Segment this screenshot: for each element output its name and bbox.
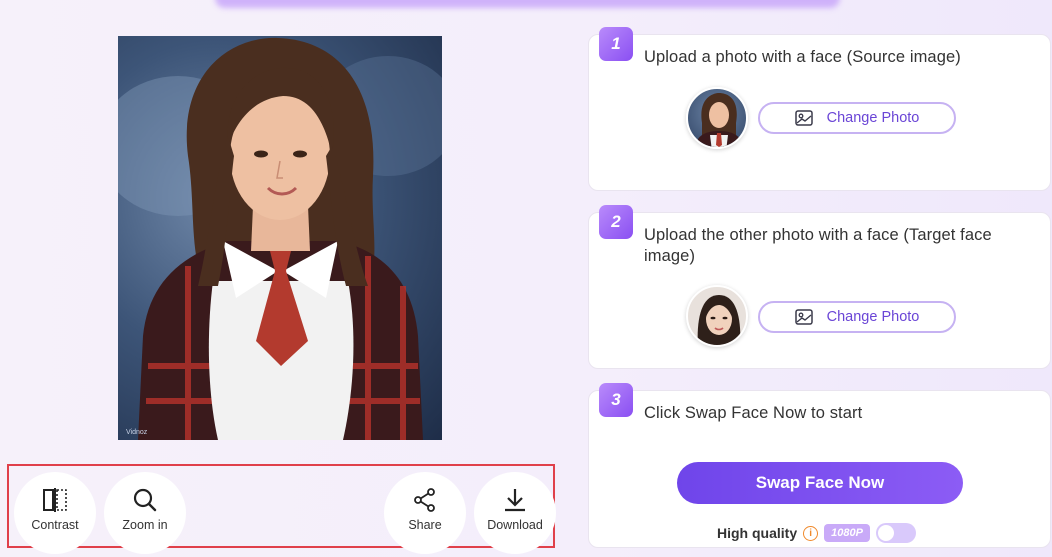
photo-toolbar: Contrast Zoom in Share Download [7, 464, 556, 554]
contrast-icon [43, 488, 67, 512]
share-label: Share [408, 518, 442, 532]
search-icon [133, 488, 157, 512]
swap-face-now-button[interactable]: Swap Face Now [677, 462, 963, 504]
source-face-avatar [696, 93, 742, 147]
portrait-illustration [118, 37, 442, 440]
source-image-thumbnail[interactable] [686, 87, 748, 149]
image-icon [794, 309, 813, 325]
resolution-badge: 1080P [824, 524, 870, 542]
watermark-text: Vidnoz [126, 429, 148, 436]
download-label: Download [487, 518, 543, 532]
step-1-card: 1 Upload a photo with a face (Source ima… [588, 27, 1051, 191]
image-icon [794, 110, 813, 126]
top-banner-glow [215, 0, 840, 8]
contrast-label: Contrast [31, 518, 79, 532]
target-face-avatar [697, 295, 741, 345]
step-1-title: Upload a photo with a face (Source image… [644, 48, 961, 66]
high-quality-toggle[interactable] [875, 523, 916, 543]
step-3-title: Click Swap Face Now to start [644, 404, 863, 422]
result-photo: Vidnoz [118, 36, 442, 440]
change-target-photo-label: Change Photo [826, 309, 920, 325]
change-source-photo-button[interactable]: Change Photo [758, 102, 956, 134]
target-image-thumbnail[interactable] [686, 285, 748, 347]
step-1-badge: 1 [599, 27, 633, 61]
download-icon [505, 489, 525, 512]
high-quality-option: High quality i 1080P [717, 523, 916, 543]
zoom-in-label: Zoom in [122, 518, 168, 532]
share-button[interactable]: Share [384, 472, 466, 554]
info-icon[interactable]: i [803, 525, 819, 541]
contrast-button[interactable]: Contrast [14, 472, 96, 554]
change-source-photo-label: Change Photo [826, 110, 920, 126]
share-icon [414, 488, 435, 512]
step-2-card: 2 Upload the other photo with a face (Ta… [588, 205, 1051, 369]
change-target-photo-button[interactable]: Change Photo [758, 301, 956, 333]
step-2-badge: 2 [599, 205, 633, 239]
zoom-in-button[interactable]: Zoom in [104, 472, 186, 554]
download-button[interactable]: Download [474, 472, 556, 554]
step-3-card: 3 Click Swap Face Now to start Swap Face… [588, 383, 1051, 548]
step-3-badge: 3 [599, 383, 633, 417]
high-quality-label: High quality [717, 525, 798, 541]
toggle-knob [877, 525, 894, 541]
step-2-title: Upload the other photo with a face (Targ… [644, 226, 992, 265]
